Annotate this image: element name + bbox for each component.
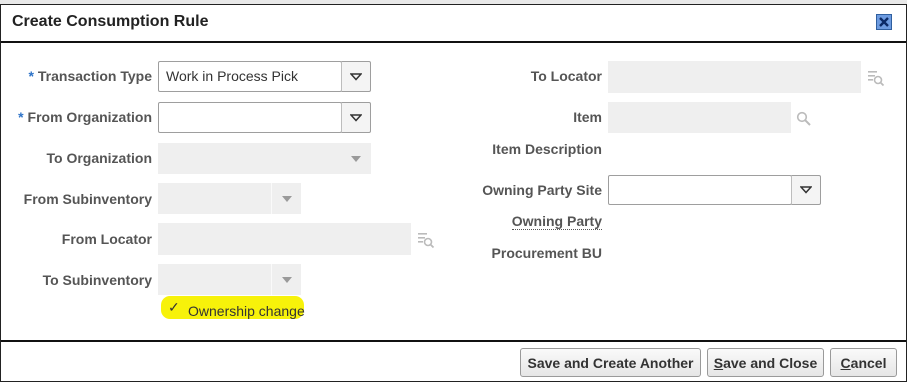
owning-party-site-select[interactable]: [608, 175, 792, 205]
caret-down-icon: [281, 195, 292, 202]
ownership-change-checkbox-label[interactable]: Ownership change: [188, 303, 305, 319]
locator-search-icon: [417, 231, 435, 252]
save-and-create-another-button[interactable]: Save and Create Another: [520, 348, 701, 377]
item-input: [608, 102, 791, 133]
to-organization-select: [158, 143, 342, 174]
transaction-type-label: * Transaction Type: [28, 68, 152, 84]
to-locator-search-icon: [867, 69, 885, 90]
to-subinventory-label: To Subinventory: [42, 272, 152, 288]
chevron-down-icon: [350, 72, 362, 81]
from-locator-label: From Locator: [61, 231, 152, 247]
cancel-accesskey: C: [840, 354, 851, 371]
required-indicator: *: [28, 68, 34, 84]
dialog-title: Create Consumption Rule: [12, 13, 209, 30]
item-description-label: Item Description: [492, 141, 602, 157]
to-organization-label: To Organization: [46, 150, 152, 166]
owning-party-label: Owning Party: [511, 213, 602, 230]
save-and-close-accesskey: S: [713, 354, 724, 371]
check-icon[interactable]: ✓: [168, 299, 180, 316]
to-organization-dropdown-button: [341, 143, 371, 174]
transaction-type-dropdown-button[interactable]: [341, 61, 371, 92]
from-organization-label-text: From Organization: [27, 109, 152, 125]
chevron-down-icon: [350, 113, 362, 122]
to-locator-label: To Locator: [530, 68, 602, 84]
from-subinventory-dropdown-button: [271, 183, 301, 214]
close-icon[interactable]: [876, 14, 892, 30]
dialog-footer: Save and Create Another Save and Close C…: [1, 340, 906, 383]
procurement-bu-label: Procurement BU: [491, 245, 602, 261]
item-search-icon: [796, 111, 812, 130]
from-subinventory-select: [158, 183, 271, 214]
to-subinventory-select: [158, 264, 271, 295]
from-organization-label: * From Organization: [18, 109, 152, 125]
owning-party-site-dropdown-button[interactable]: [791, 175, 821, 205]
caret-down-icon: [281, 276, 292, 283]
from-locator-input: [158, 223, 411, 255]
cancel-button[interactable]: Cancel: [830, 348, 897, 377]
save-and-close-button[interactable]: Save and Close: [707, 348, 824, 377]
transaction-type-label-text: Transaction Type: [37, 68, 152, 84]
owning-party-site-label: Owning Party Site: [482, 182, 602, 198]
dialog-titlebar: Create Consumption Rule: [1, 5, 906, 43]
save-and-close-label: ave and Close: [723, 354, 818, 371]
from-organization-dropdown-button[interactable]: [341, 102, 371, 133]
from-organization-select[interactable]: [158, 102, 342, 133]
chevron-down-icon: [800, 186, 812, 194]
transaction-type-select[interactable]: Work in Process Pick: [158, 61, 342, 92]
from-subinventory-label: From Subinventory: [23, 191, 152, 207]
required-indicator: *: [18, 109, 24, 125]
cancel-label: ancel: [850, 354, 887, 371]
save-and-create-another-label: Save and Create Another: [527, 354, 694, 371]
caret-down-icon: [351, 155, 361, 162]
transaction-type-value: Work in Process Pick: [166, 68, 298, 84]
item-label: Item: [573, 109, 602, 125]
to-locator-input: [608, 61, 861, 93]
create-consumption-rule-dialog: Create Consumption Rule * Transaction Typ…: [0, 4, 907, 382]
to-subinventory-dropdown-button: [271, 264, 301, 295]
